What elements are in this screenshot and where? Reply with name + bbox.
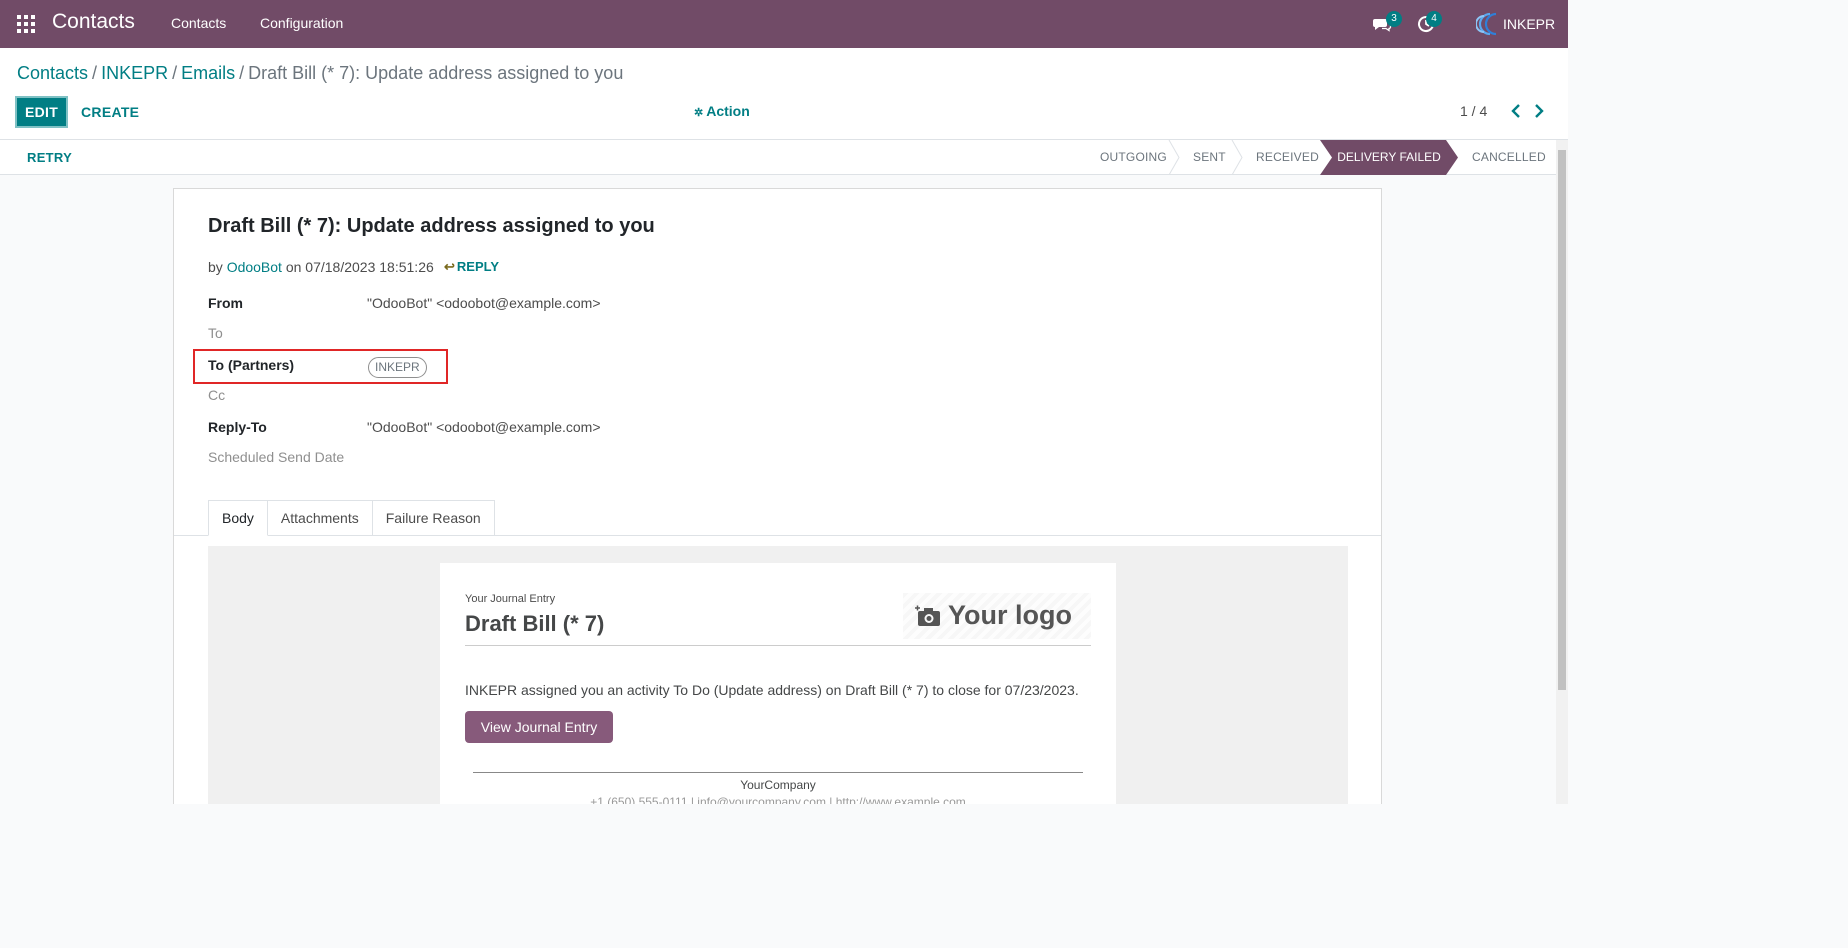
notebook-tabs: Body Attachments Failure Reason	[208, 500, 495, 536]
control-panel: Contacts / INKEPR / Emails / Draft Bill (* 7):…	[0, 48, 1568, 140]
to-partners-label: To (Partners)	[208, 357, 295, 373]
breadcrumb-emails[interactable]: Emails	[181, 63, 235, 83]
breadcrumb: Contacts / INKEPR / Emails / Draft Bill (* 7):…	[17, 63, 624, 83]
view-journal-entry-button[interactable]: View Journal Entry	[465, 711, 613, 743]
stage-cancelled[interactable]: CANCELLED	[1472, 140, 1546, 175]
reply-to-value: "OdooBot" <odoobot@example.com>	[367, 419, 601, 435]
stage-delivery-failed[interactable]: DELIVERY FAILED	[1320, 140, 1458, 175]
status-bar: RETRY OUTGOING SENT RECEIVED DELIVERY FA…	[0, 140, 1556, 175]
action-label: Action	[706, 103, 750, 119]
email-subject: Draft Bill (* 7): Update address assigne…	[208, 215, 655, 237]
email-preview-subtitle: Your Journal Entry	[465, 593, 556, 605]
email-message: INKEPR assigned you an activity To Do (U…	[465, 682, 1079, 698]
edit-button[interactable]: EDIT	[15, 96, 68, 128]
stage-outgoing[interactable]: OUTGOING	[1100, 140, 1167, 175]
footer-contact: +1 (650) 555-0111 | info@yourcompany.com…	[590, 795, 966, 804]
tab-attachments[interactable]: Attachments	[267, 500, 373, 536]
form-sheet: Draft Bill (* 7): Update address assigne…	[173, 188, 1382, 804]
stage-sent[interactable]: SENT	[1193, 140, 1226, 175]
to-label: To	[208, 325, 223, 341]
stage-separator	[1168, 140, 1180, 175]
email-date: on 07/18/2023 18:51:26	[285, 259, 434, 275]
reply-icon: ↩	[444, 259, 455, 274]
from-label: From	[208, 295, 243, 311]
cc-label: Cc	[208, 387, 226, 403]
email-byline: by OdooBot on 07/18/2023 18:51:26	[208, 259, 434, 275]
logo-text: Your logo	[948, 600, 1072, 630]
logo-placeholder: Your logo	[903, 593, 1091, 639]
company-logo-icon	[1476, 12, 1497, 36]
top-navbar: Contacts Contacts Configuration 3 4 INKE…	[0, 0, 1568, 48]
footer-divider	[473, 772, 1083, 773]
author-link[interactable]: OdooBot	[227, 259, 282, 275]
reply-button[interactable]: ↩ REPLY	[444, 259, 499, 275]
camera-icon	[915, 605, 940, 626]
breadcrumb-current: Draft Bill (* 7): Update address assigne…	[248, 63, 624, 83]
footer-company: YourCompany	[740, 778, 816, 792]
pager-value[interactable]: 1 / 4	[1460, 103, 1487, 119]
email-divider	[465, 645, 1091, 646]
pager-previous-icon[interactable]	[1509, 103, 1523, 119]
gear-icon: ✲	[694, 107, 704, 119]
retry-button[interactable]: RETRY	[27, 150, 72, 165]
reply-to-label: Reply-To	[208, 419, 267, 435]
pager-next-icon[interactable]	[1532, 103, 1546, 119]
scrollbar-thumb[interactable]	[1558, 150, 1566, 690]
company-switcher[interactable]: INKEPR	[1503, 16, 1555, 32]
partner-tag[interactable]: INKEPR	[368, 357, 427, 378]
menu-contacts[interactable]: Contacts	[171, 15, 226, 31]
tab-body[interactable]: Body	[208, 500, 268, 536]
by-prefix: by	[208, 259, 223, 275]
create-button[interactable]: CREATE	[81, 104, 139, 120]
reply-label: REPLY	[456, 259, 500, 274]
app-title[interactable]: Contacts	[52, 10, 135, 34]
apps-menu-icon[interactable]	[17, 15, 35, 33]
tab-failure-reason[interactable]: Failure Reason	[372, 500, 495, 536]
activities-count-badge: 4	[1426, 11, 1442, 27]
menu-configuration[interactable]: Configuration	[260, 15, 343, 31]
stage-separator	[1231, 140, 1243, 175]
breadcrumb-inkepr[interactable]: INKEPR	[101, 63, 168, 83]
email-preview-title: Draft Bill (* 7)	[465, 611, 605, 636]
messages-count-badge: 3	[1386, 11, 1402, 27]
email-body-preview: Your Journal Entry Draft Bill (* 7) Your…	[208, 546, 1348, 804]
email-card: Your Journal Entry Draft Bill (* 7) Your…	[440, 563, 1116, 804]
scheduled-date-label: Scheduled Send Date	[208, 449, 345, 465]
action-menu-button[interactable]: ✲ Action	[694, 103, 750, 119]
breadcrumb-contacts[interactable]: Contacts	[17, 63, 88, 83]
page: Contacts Contacts Configuration 3 4 INKE…	[0, 0, 1568, 804]
from-value: "OdooBot" <odoobot@example.com>	[367, 295, 601, 311]
stage-received[interactable]: RECEIVED	[1256, 140, 1319, 175]
